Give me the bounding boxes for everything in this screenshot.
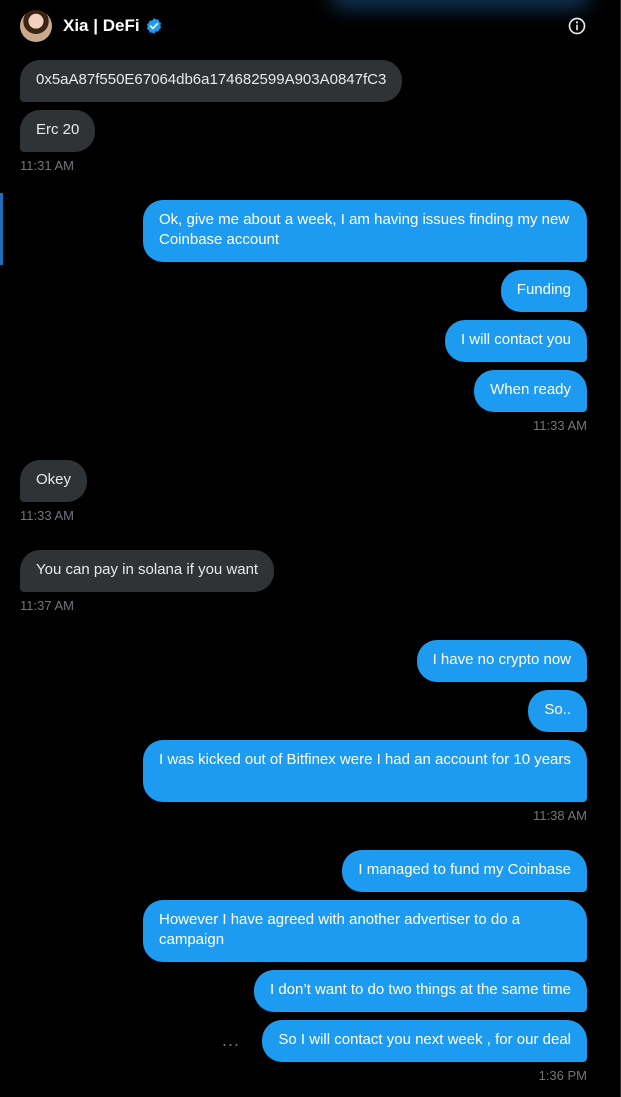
top-glow — [330, 0, 590, 8]
message-outgoing[interactable]: I have no crypto now — [416, 640, 587, 682]
message-outgoing[interactable]: I don’t want to do two things at the sam… — [254, 970, 587, 1012]
message-outgoing[interactable]: I managed to fund my Coinbase — [342, 850, 587, 892]
verified-badge-icon — [146, 18, 161, 34]
message-incoming[interactable]: You can pay in solana if you want — [20, 550, 275, 592]
message-outgoing[interactable]: When ready — [474, 370, 587, 412]
conversation-header: Xia | DeFi — [20, 8, 587, 44]
timestamp: 11:33 AM — [20, 508, 74, 523]
message-incoming[interactable]: 0x5aA87f550E67064db6a174682599A903A0847f… — [20, 60, 403, 102]
contact-name[interactable]: Xia | DeFi — [63, 16, 140, 36]
focus-indicator — [0, 193, 3, 265]
message-outgoing[interactable]: I will contact you — [444, 320, 587, 362]
message-outgoing[interactable]: I was kicked out of Bitfinex were I had … — [143, 740, 587, 802]
avatar[interactable] — [20, 10, 52, 42]
message-incoming[interactable]: Okey — [20, 460, 88, 502]
info-icon[interactable] — [567, 16, 587, 36]
message-outgoing[interactable]: Ok, give me about a week, I am having is… — [143, 200, 587, 262]
timestamp: 1:36 PM — [538, 1068, 587, 1083]
message-outgoing[interactable]: Funding — [500, 270, 587, 312]
message-outgoing[interactable]: However I have agreed with another adver… — [143, 900, 587, 962]
timestamp: 11:33 AM — [533, 418, 587, 433]
timestamp: 11:37 AM — [20, 598, 74, 613]
timestamp: 11:31 AM — [20, 158, 74, 173]
message-outgoing[interactable]: So I will contact you next week , for ou… — [262, 1020, 587, 1062]
timestamp: 11:38 AM — [533, 808, 587, 823]
message-outgoing[interactable]: So.. — [528, 690, 587, 732]
message-incoming[interactable]: Erc 20 — [20, 110, 96, 152]
more-options-icon[interactable]: ... — [222, 1030, 240, 1051]
